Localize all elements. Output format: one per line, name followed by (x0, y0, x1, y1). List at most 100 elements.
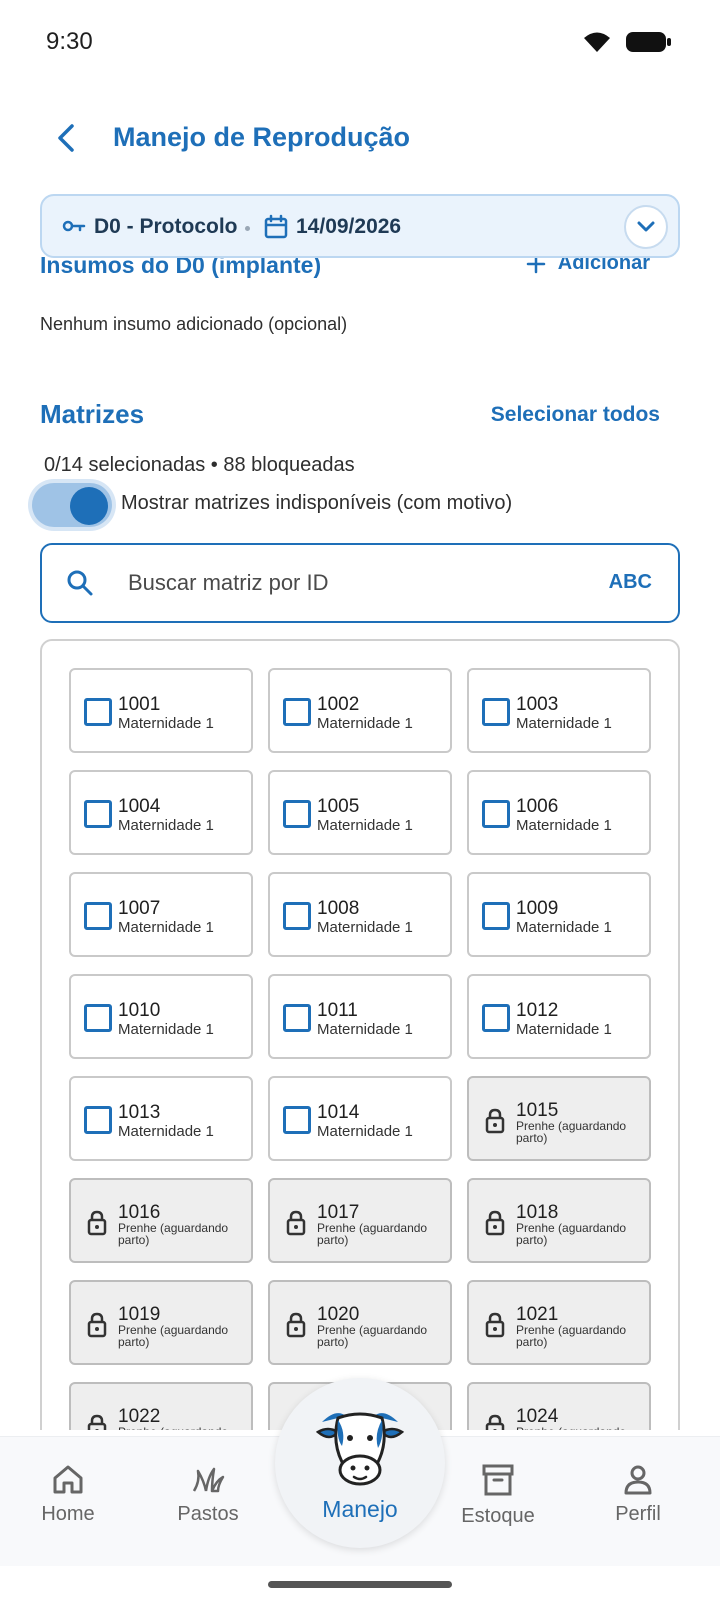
matriz-status: Maternidade 1 (516, 919, 612, 936)
matriz-status: Maternidade 1 (118, 817, 214, 834)
lock-icon (86, 1312, 108, 1343)
matriz-status: Prenhe (aguardando parto) (516, 1221, 627, 1247)
nav-pastos[interactable]: Pastos (148, 1463, 268, 1526)
matriz-status: Maternidade 1 (317, 1021, 413, 1038)
nav-pastos-label: Pastos (177, 1503, 239, 1525)
matriz-checkbox[interactable] (283, 698, 311, 726)
matriz-checkbox[interactable] (283, 800, 311, 828)
matriz-card[interactable]: 1013 Maternidade 1 (69, 1076, 253, 1161)
matriz-id: 1014 (317, 1102, 360, 1123)
toggle-label: Mostrar matrizes indisponíveis (com moti… (121, 492, 513, 514)
matriz-checkbox[interactable] (283, 1004, 311, 1032)
matriz-checkbox[interactable] (84, 698, 112, 726)
matriz-card[interactable]: 1006 Maternidade 1 (467, 770, 651, 855)
matriz-checkbox[interactable] (84, 902, 112, 930)
matriz-status: Prenhe (aguardando parto) (516, 1119, 627, 1145)
nav-estoque[interactable]: Estoque (438, 1463, 558, 1528)
matriz-status: Maternidade 1 (317, 1123, 413, 1140)
cow-icon (316, 1412, 404, 1486)
matriz-status: Prenhe (aguardando parto) (317, 1323, 428, 1349)
back-button[interactable] (44, 116, 88, 160)
matriz-card[interactable]: 1008 Maternidade 1 (268, 872, 452, 957)
matriz-status: Prenhe (aguardando parto) (516, 1323, 627, 1349)
matriz-card[interactable]: 1005 Maternidade 1 (268, 770, 452, 855)
separator-dot (245, 226, 250, 231)
expand-button[interactable] (624, 205, 668, 249)
person-icon (624, 1465, 652, 1495)
empty-insumo-text: Nenhum insumo adicionado (opcional) (40, 314, 348, 334)
nav-home-label: Home (41, 1503, 95, 1525)
protocol-name: D0 - Protocolo (94, 215, 238, 238)
matriz-status: Maternidade 1 (516, 715, 612, 732)
lock-icon (484, 1312, 506, 1343)
lock-icon (86, 1210, 108, 1241)
matriz-card-locked: 1019 Prenhe (aguardando parto) (69, 1280, 253, 1365)
matriz-checkbox[interactable] (84, 1106, 112, 1134)
search-input[interactable] (128, 563, 568, 603)
matriz-card-locked: 1020 Prenhe (aguardando parto) (268, 1280, 452, 1365)
matriz-checkbox[interactable] (482, 698, 510, 726)
matrizes-header: Matrizes Selecionar todos (40, 399, 660, 439)
search-box: ABC (40, 543, 680, 623)
matriz-card[interactable]: 1010 Maternidade 1 (69, 974, 253, 1059)
matriz-card[interactable]: 1014 Maternidade 1 (268, 1076, 452, 1161)
matriz-card-locked: 1015 Prenhe (aguardando parto) (467, 1076, 651, 1161)
nav-estoque-label: Estoque (461, 1505, 535, 1527)
matriz-checkbox[interactable] (283, 902, 311, 930)
matriz-id: 1009 (516, 898, 559, 919)
nav-manejo[interactable]: Manejo (275, 1378, 445, 1548)
matriz-card-locked: 1021 Prenhe (aguardando parto) (467, 1280, 651, 1365)
matriz-card[interactable]: 1011 Maternidade 1 (268, 974, 452, 1059)
lock-icon (285, 1210, 307, 1241)
matriz-card[interactable]: 1003 Maternidade 1 (467, 668, 651, 753)
matriz-card[interactable]: 1007 Maternidade 1 (69, 872, 253, 957)
matriz-checkbox[interactable] (283, 1106, 311, 1134)
matriz-card-locked: 1022Prenhe (aguardando parto) (69, 1382, 253, 1430)
matriz-checkbox[interactable] (84, 1004, 112, 1032)
matriz-id: 1004 (118, 796, 161, 817)
matriz-status: Maternidade 1 (516, 817, 612, 834)
matriz-status: Prenhe (aguardando parto) (317, 1221, 428, 1247)
scroll-content[interactable]: Insumos do D0 (implante) Adicionar Nenhu… (0, 186, 720, 1430)
toggle-knob (70, 487, 108, 525)
chevron-down-icon (637, 221, 655, 232)
back-arrow-icon (58, 124, 74, 152)
keyboard-mode-button[interactable]: ABC (609, 571, 652, 594)
matriz-checkbox[interactable] (84, 800, 112, 828)
lock-icon (484, 1108, 506, 1139)
matriz-id: 1011 (317, 1000, 358, 1021)
matriz-checkbox[interactable] (482, 800, 510, 828)
lock-icon (484, 1414, 506, 1430)
matriz-checkbox[interactable] (482, 1004, 510, 1032)
page-title: Manejo de Reprodução (113, 122, 411, 152)
matriz-card-locked: 1018 Prenhe (aguardando parto) (467, 1178, 651, 1263)
matriz-card[interactable]: 1001 Maternidade 1 (69, 668, 253, 753)
home-indicator (268, 1581, 452, 1588)
matriz-id: 1013 (118, 1102, 161, 1123)
matriz-status: Prenhe (aguardando parto) (118, 1426, 248, 1430)
nav-home[interactable]: Home (8, 1463, 128, 1526)
matriz-id: 1002 (317, 694, 360, 715)
matrizes-grid: 1001 Maternidade 1 1002 Maternidade 1 1003 Ma… (69, 668, 651, 1430)
grass-icon (192, 1467, 225, 1493)
unavailable-toggle[interactable] (32, 483, 112, 527)
selection-count: 0/14 selecionadas • 88 bloqueadas (44, 454, 355, 476)
nav-perfil[interactable]: Perfil (578, 1463, 698, 1526)
matriz-card[interactable]: 1002 Maternidade 1 (268, 668, 452, 753)
lock-icon (484, 1210, 506, 1241)
matriz-id: 1012 (516, 1000, 559, 1021)
matriz-id: 1010 (118, 1000, 161, 1021)
matriz-checkbox[interactable] (482, 902, 510, 930)
matriz-id: 1008 (317, 898, 360, 919)
matriz-card[interactable]: 1012 Maternidade 1 (467, 974, 651, 1059)
protocol-date: 14/09/2026 (296, 215, 402, 238)
protocol-bar[interactable]: D0 - Protocolo 14/09/2026 (40, 194, 680, 258)
matriz-status: Maternidade 1 (317, 919, 413, 936)
calendar-icon (264, 214, 288, 239)
matriz-status: Maternidade 1 (118, 919, 214, 936)
select-all-button[interactable]: Selecionar todos (491, 403, 660, 427)
matrizes-title: Matrizes (40, 399, 145, 429)
matriz-card[interactable]: 1004 Maternidade 1 (69, 770, 253, 855)
app-bar: Manejo de Reprodução (0, 100, 720, 180)
matriz-card[interactable]: 1009 Maternidade 1 (467, 872, 651, 957)
